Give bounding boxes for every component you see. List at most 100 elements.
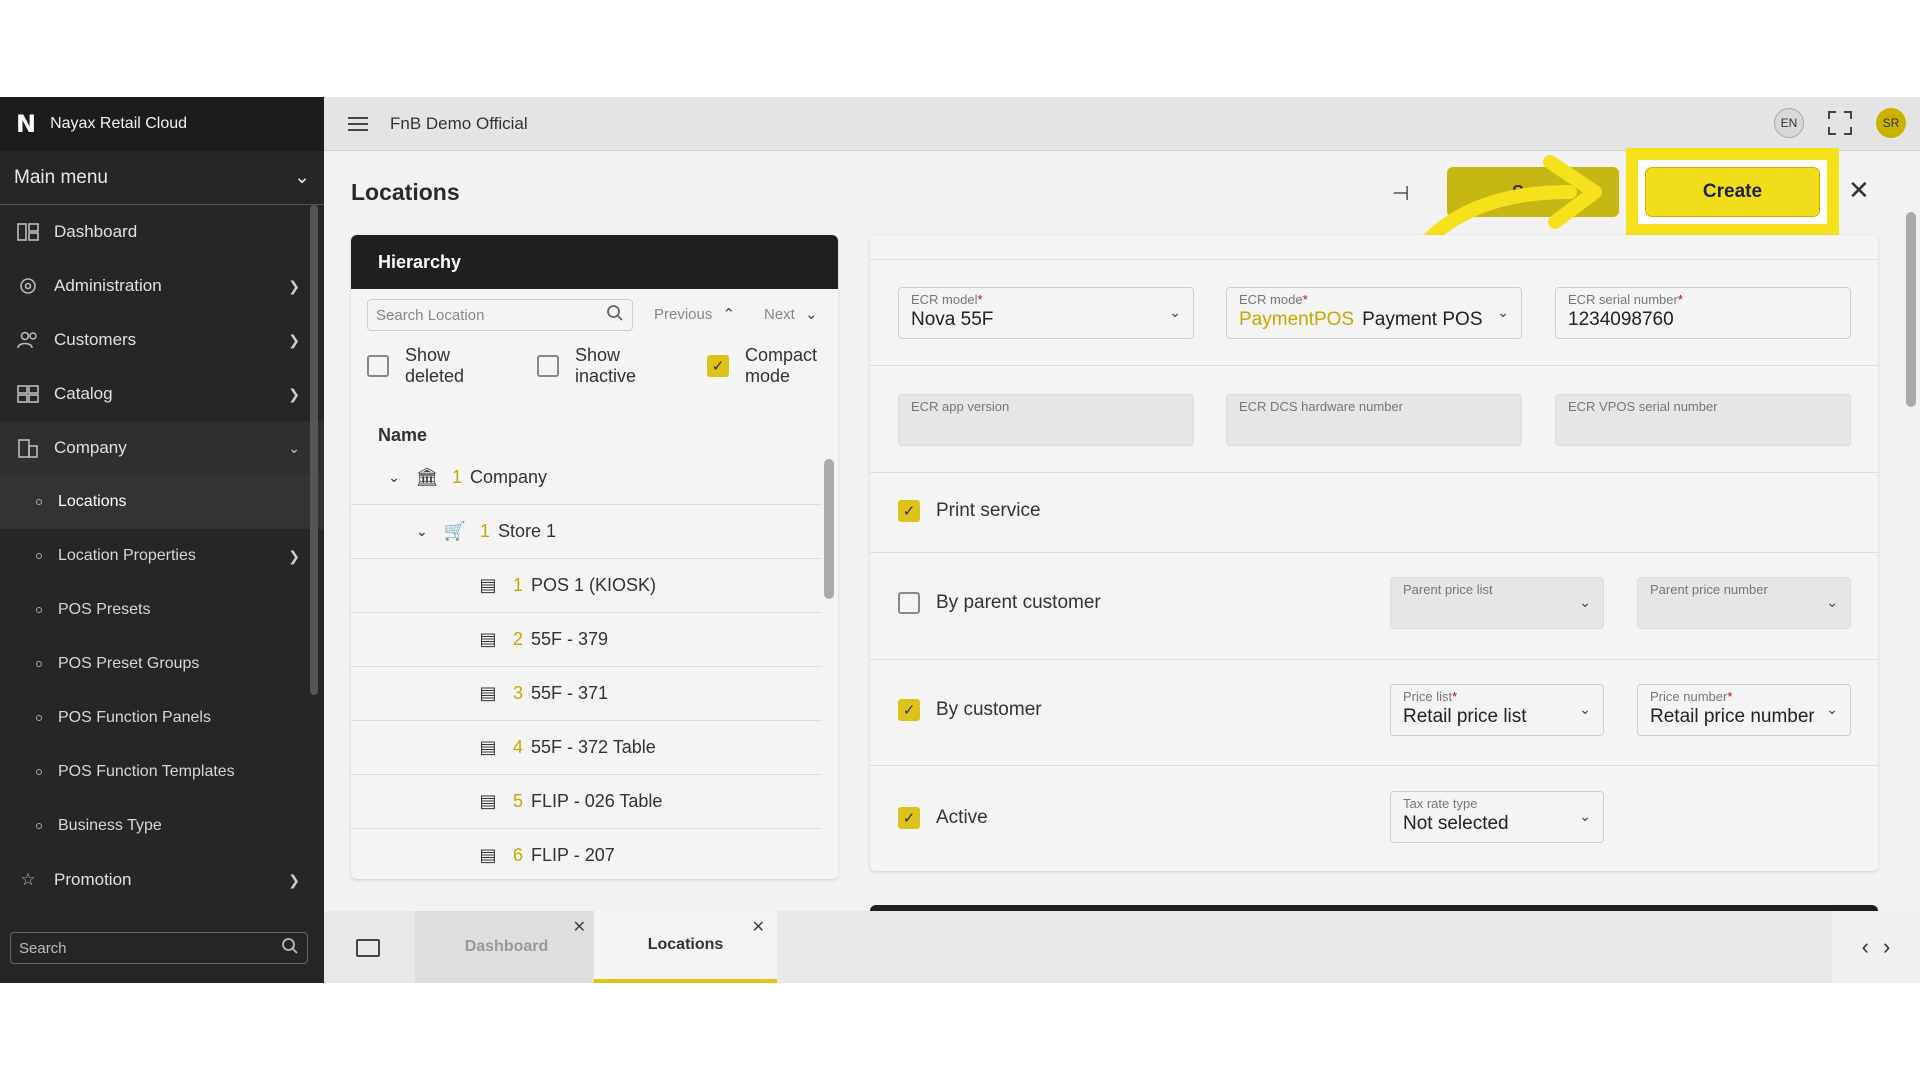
print-service-checkbox[interactable]: ✓ Print service (898, 500, 1041, 522)
cart-icon: 🛒 (443, 521, 467, 541)
sidebar-subitem-location-properties[interactable]: Location Properties ❯ (0, 529, 324, 583)
previous-button[interactable]: Previous ⌃ (654, 305, 735, 323)
checkmark-icon: ✓ (707, 355, 729, 377)
pos-terminal-icon: ▤ (479, 791, 497, 811)
search-icon (281, 937, 299, 959)
tab-label: Dashboard (464, 938, 549, 955)
ecr-dcs-hardware-field[interactable]: ECR DCS hardware number (1226, 394, 1522, 446)
ecr-model-value: Nova 55F (911, 309, 994, 330)
main-menu-toggle[interactable]: Main menu ⌄ (0, 151, 324, 205)
price-list-select[interactable]: Price list* Retail price list ⌄ (1390, 684, 1604, 736)
create-button[interactable]: Create (1645, 167, 1820, 217)
chevron-left-icon[interactable]: ‹ (1862, 934, 1869, 960)
tree-row-pos[interactable]: ▤ 6 FLIP - 207 (351, 829, 822, 879)
tree-row-number: 6 (513, 845, 524, 865)
sidebar-subitem-pos-function-templates[interactable]: POS Function Templates (0, 745, 324, 799)
checkbox-box (898, 592, 920, 614)
show-inactive-label: Show inactive (575, 345, 637, 386)
divider (870, 472, 1878, 473)
close-icon[interactable]: ✕ (1848, 175, 1870, 206)
gear-icon (16, 274, 40, 298)
bullet-icon (36, 661, 42, 667)
tree-row-label: Company (470, 467, 548, 487)
sidebar-item-dashboard[interactable]: Dashboard (0, 205, 324, 259)
sidebar-item-label: Catalog (54, 384, 113, 403)
tab-locations[interactable]: Locations ✕ (594, 911, 777, 983)
tree-row-pos[interactable]: ▤ 2 55F - 379 (351, 613, 822, 667)
sidebar-subitem-locations[interactable]: Locations (0, 475, 324, 529)
sidebar-subitem-label: POS Function Panels (58, 709, 211, 726)
tree-row-pos[interactable]: ▤ 1 POS 1 (KIOSK) (351, 559, 822, 613)
price-number-value: Retail price number (1650, 706, 1814, 727)
compact-mode-checkbox[interactable]: ✓ Compact mode (707, 345, 838, 387)
location-form: ECR model* Nova 55F ⌄ ECR mode* PaymentP… (870, 235, 1878, 871)
sidebar-subitem-label: Locations (58, 493, 127, 510)
sidebar-scrollbar[interactable] (310, 205, 318, 695)
show-deleted-checkbox[interactable]: Show deleted (367, 345, 517, 387)
tree-row-pos[interactable]: ▤ 3 55F - 371 (351, 667, 822, 721)
tree-row-number: 5 (513, 791, 524, 811)
tree-row-label: POS 1 (KIOSK) (531, 575, 657, 595)
tree-row-store[interactable]: ⌄ 🛒 1 Store 1 (351, 505, 822, 559)
ecr-app-version-field[interactable]: ECR app version (898, 394, 1194, 446)
sidebar-item-promotion[interactable]: ☆ Promotion ❯ (0, 853, 324, 907)
print-service-label: Print service (936, 500, 1041, 521)
ecr-vpos-serial-field[interactable]: ECR VPOS serial number (1555, 394, 1851, 446)
by-parent-customer-checkbox[interactable]: By parent customer (898, 592, 1101, 614)
sidebar-search-input[interactable]: Search (10, 932, 308, 964)
ecr-mode-highlight: PaymentPOS (1239, 309, 1355, 330)
tree-row-company[interactable]: ⌄ 🏛 1 Company (351, 451, 822, 505)
hierarchy-scrollbar[interactable] (824, 459, 834, 599)
tree-row-label: 55F - 372 Table (531, 737, 656, 757)
chevron-down-icon[interactable]: ⌄ (412, 523, 432, 540)
language-button[interactable]: EN (1774, 108, 1804, 138)
chevron-up-icon: ⌃ (722, 306, 736, 323)
hierarchy-panel: Hierarchy Search Location Previous ⌃ Nex… (351, 235, 838, 879)
hamburger-menu-icon[interactable] (348, 116, 368, 131)
sidebar-item-administration[interactable]: Administration ❯ (0, 259, 324, 313)
fullscreen-icon[interactable] (1828, 111, 1852, 135)
sidebar-subitem-pos-preset-groups[interactable]: POS Preset Groups (0, 637, 324, 691)
checkmark-icon: ✓ (898, 699, 920, 721)
price-number-select[interactable]: Price number* Retail price number ⌄ (1637, 684, 1851, 736)
sidebar-item-company[interactable]: Company ⌄ (0, 421, 324, 475)
sidebar-subitem-label: POS Presets (58, 601, 151, 618)
tree-row-number: 1 (452, 467, 463, 487)
ecr-mode-select[interactable]: ECR mode* PaymentPOS Payment POS ⌄ (1226, 287, 1522, 339)
brand-logo-icon: N (16, 110, 37, 138)
chevron-down-icon[interactable]: ⌄ (384, 469, 404, 486)
tabs-overview-icon[interactable] (356, 939, 380, 957)
chevron-right-icon[interactable]: › (1883, 934, 1890, 960)
close-tab-icon[interactable]: ✕ (573, 917, 586, 937)
sidebar-subitem-pos-presets[interactable]: POS Presets (0, 583, 324, 637)
location-tree: ⌄ 🏛 1 Company ⌄ 🛒 1 Store 1 ▤ 1 POS 1 (K… (351, 451, 822, 879)
tab-dashboard[interactable]: Dashboard ✕ (415, 911, 598, 983)
sidebar-item-catalog[interactable]: Catalog ❯ (0, 367, 324, 421)
pos-terminal-icon: ▤ (479, 575, 497, 595)
tree-row-label: 55F - 379 (531, 629, 609, 649)
grid-icon (16, 382, 40, 406)
parent-price-list-select[interactable]: Parent price list ⌄ (1390, 577, 1604, 629)
page-scrollbar[interactable] (1906, 212, 1916, 407)
show-inactive-checkbox[interactable]: Show inactive (537, 345, 687, 387)
ecr-serial-number-field[interactable]: ECR serial number* 1234098760 (1555, 287, 1851, 339)
chevron-right-icon: ❯ (288, 331, 300, 348)
avatar[interactable]: SR (1876, 108, 1906, 138)
sidebar-subitem-pos-function-panels[interactable]: POS Function Panels (0, 691, 324, 745)
active-checkbox[interactable]: ✓ Active (898, 807, 988, 829)
close-tab-icon[interactable]: ✕ (752, 917, 765, 937)
tree-row-pos[interactable]: ▤ 5 FLIP - 026 Table (351, 775, 822, 829)
dashboard-icon (16, 220, 40, 244)
sidebar-subitem-business-type[interactable]: Business Type (0, 799, 324, 853)
parent-price-number-select[interactable]: Parent price number ⌄ (1637, 577, 1851, 629)
bullet-icon (36, 769, 42, 775)
tax-rate-type-select[interactable]: Tax rate type Not selected ⌄ (1390, 791, 1604, 843)
checkbox-box (367, 355, 389, 377)
tree-row-pos[interactable]: ▤ 4 55F - 372 Table (351, 721, 822, 775)
ecr-model-select[interactable]: ECR model* Nova 55F ⌄ (898, 287, 1194, 339)
sidebar-item-customers[interactable]: Customers ❯ (0, 313, 324, 367)
next-button[interactable]: Next ⌄ (764, 305, 818, 323)
search-location-input[interactable]: Search Location (367, 299, 633, 331)
by-customer-checkbox[interactable]: ✓ By customer (898, 699, 1042, 721)
tree-row-number: 2 (513, 629, 524, 649)
